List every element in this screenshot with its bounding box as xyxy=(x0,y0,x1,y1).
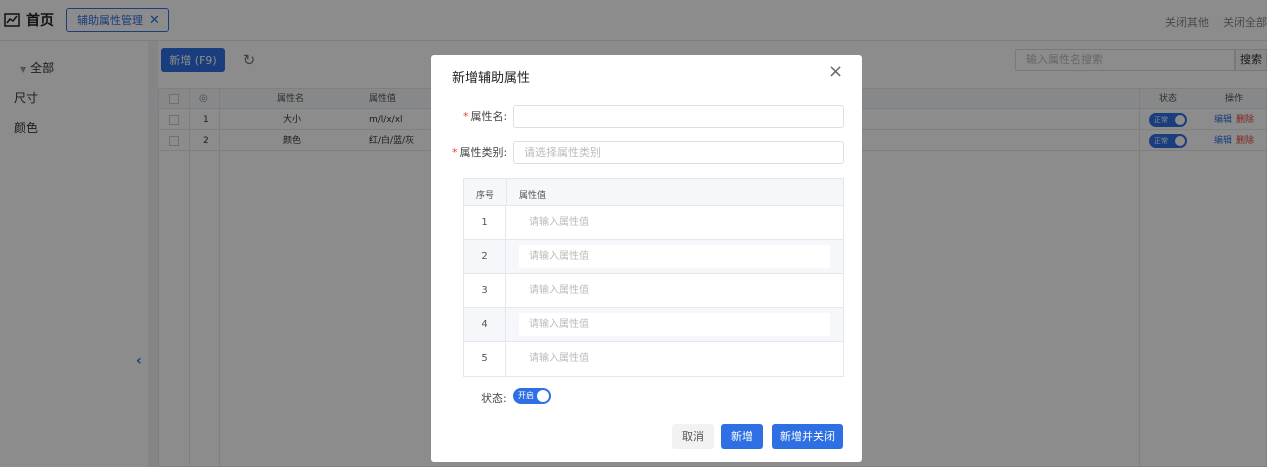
attribute-name-input[interactable] xyxy=(513,105,844,128)
status-toggle[interactable]: 开启 xyxy=(513,388,551,404)
value-row: 4 请输入属性值 xyxy=(464,308,843,342)
col-header-index: 序号 xyxy=(476,191,495,201)
value-row: 2 请输入属性值 xyxy=(464,240,843,274)
value-row: 3 请输入属性值 xyxy=(464,274,843,308)
value-table-header: 序号 属性值 xyxy=(464,179,843,206)
row-index: 5 xyxy=(464,342,506,376)
category-label: * 属性类别: xyxy=(452,146,508,159)
attribute-value-table: 序号 属性值 1 请输入属性值 2 请输入属性值 3 请输入属性值 4 请输入属… xyxy=(463,178,844,377)
value-row: 5 请输入属性值 xyxy=(464,342,843,376)
value-row: 1 请输入属性值 xyxy=(464,206,843,240)
name-label: * 属性名: xyxy=(463,110,508,123)
value-input[interactable]: 请输入属性值 xyxy=(519,211,830,234)
dialog-title: 新增辅助属性 xyxy=(452,71,531,86)
add-button[interactable]: 新增 xyxy=(721,424,763,449)
status-label: 状态: xyxy=(481,392,507,405)
required-mark: * xyxy=(452,146,458,159)
value-input[interactable]: 请输入属性值 xyxy=(519,279,830,302)
row-index: 1 xyxy=(464,206,506,239)
add-attribute-dialog: 新增辅助属性 × * 属性名: * 属性类别: 请选择属性类别 序号 属性值 1 请… xyxy=(431,55,862,462)
value-input[interactable]: 请输入属性值 xyxy=(519,313,830,336)
row-index: 2 xyxy=(464,240,506,273)
value-input[interactable]: 请输入属性值 xyxy=(519,347,830,370)
column-divider xyxy=(506,179,507,205)
cancel-button[interactable]: 取消 xyxy=(672,424,714,449)
close-icon[interactable]: × xyxy=(828,63,843,81)
row-index: 3 xyxy=(464,274,506,307)
add-and-close-button[interactable]: 新增并关闭 xyxy=(772,424,843,449)
row-index: 4 xyxy=(464,308,506,341)
value-input[interactable]: 请输入属性值 xyxy=(519,245,830,268)
attribute-category-select[interactable]: 请选择属性类别 xyxy=(513,141,844,164)
required-mark: * xyxy=(463,110,469,123)
col-header-value: 属性值 xyxy=(519,191,547,201)
